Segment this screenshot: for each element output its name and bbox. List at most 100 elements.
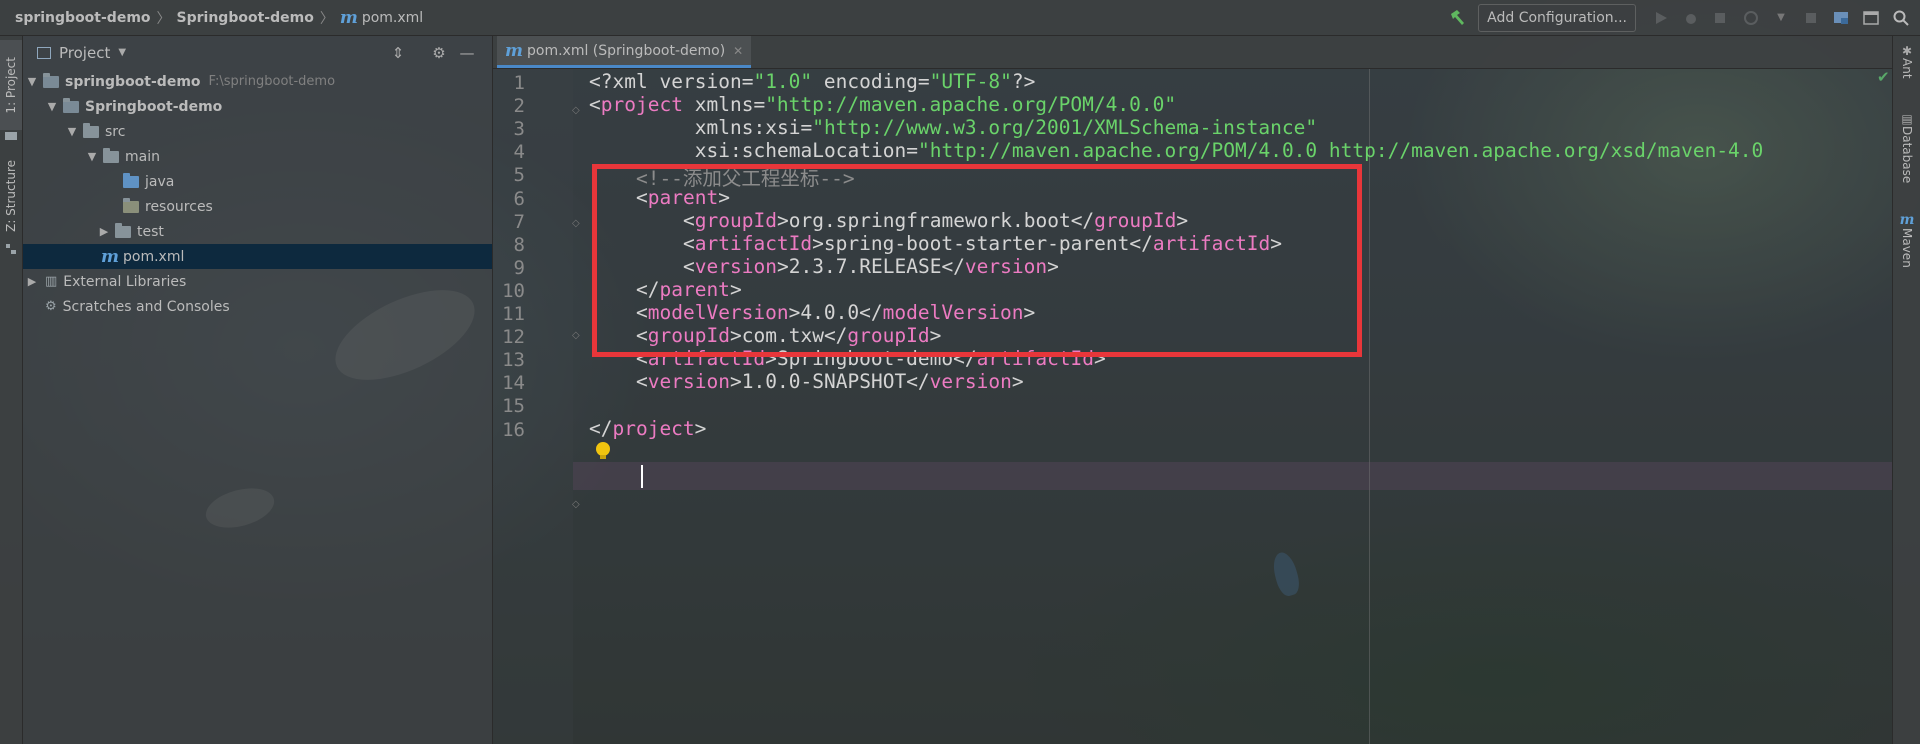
maven-icon: m — [1899, 212, 1915, 228]
scratches-icon: ⚙ — [45, 299, 57, 314]
tree-item-scratches[interactable]: ⚙ Scratches and Consoles — [23, 294, 492, 319]
hide-icon[interactable]: — — [456, 42, 478, 64]
database-icon: ▤ — [1901, 112, 1913, 126]
breadcrumb-file[interactable]: pom.xml — [362, 10, 423, 26]
tool-tab-project-label: 1: Project — [4, 56, 18, 114]
tree-item-label: External Libraries — [63, 273, 187, 290]
code-line[interactable]: <?xml version="1.0" encoding="UTF-8"?> — [589, 70, 1035, 93]
debug-icon[interactable] — [1680, 7, 1702, 29]
fold-marker-icon[interactable]: ◇ — [572, 218, 582, 229]
line-number: 3 — [513, 118, 525, 141]
tree-item-external-libraries[interactable]: ▶ ▥ External Libraries — [23, 269, 492, 294]
chevron-down-icon[interactable]: ▼ — [65, 125, 79, 138]
terminal-icon[interactable] — [1860, 7, 1882, 29]
tree-item-label: Springboot-demo — [85, 98, 223, 115]
folder-icon — [0, 128, 22, 142]
add-configuration-button[interactable]: Add Configuration... — [1478, 3, 1636, 32]
chevron-down-icon[interactable]: ▼ — [25, 75, 39, 88]
hammer-icon[interactable] — [1446, 7, 1468, 29]
line-number: 12 — [502, 326, 525, 349]
tool-tab-ant[interactable]: ✱ Ant — [1893, 44, 1920, 79]
close-icon[interactable]: ✕ — [733, 44, 743, 58]
line-number: 6 — [513, 187, 525, 210]
breadcrumb-separator: 〉 — [156, 10, 171, 27]
code-line[interactable]: </project> — [589, 417, 706, 440]
tool-tab-structure[interactable]: Z: Structure — [0, 151, 22, 241]
coverage-icon[interactable] — [1710, 7, 1732, 29]
line-number: 5 — [513, 164, 525, 187]
chevron-down-icon[interactable]: ▼ — [85, 150, 99, 163]
line-number: 16 — [502, 418, 525, 441]
stop-icon[interactable] — [1800, 7, 1822, 29]
tool-tab-maven-label: Maven — [1900, 228, 1914, 268]
tree-item-path: F:\springboot-demo — [208, 74, 336, 89]
tree-item-project-root[interactable]: ▼ springboot-demo F:\springboot-demo — [23, 69, 492, 94]
toolbar-right: Add Configuration... ▼ — [1442, 0, 1920, 35]
tree-item-label: test — [137, 223, 164, 240]
editor-tab-pom-xml[interactable]: m pom.xml (Springboot-demo) ✕ — [497, 36, 752, 68]
editor-tab-bar: m pom.xml (Springboot-demo) ✕ — [493, 36, 1892, 69]
code-line[interactable]: <project xmlns="http://maven.apache.org/… — [589, 93, 1176, 116]
project-panel-header: Project ▼ ⇕ ⚙ — — [23, 36, 492, 69]
chevron-down-icon[interactable]: ▼ — [1770, 7, 1792, 29]
breadcrumb: springboot-demo 〉 Springboot-demo 〉 m po… — [15, 8, 423, 28]
fold-marker-icon[interactable]: ◇ — [572, 330, 582, 341]
chevron-down-icon[interactable]: ▼ — [45, 100, 59, 113]
line-number: 8 — [513, 233, 525, 256]
tool-tab-structure-label: Z: Structure — [4, 160, 18, 232]
line-number: 10 — [502, 279, 525, 302]
tree-item-main[interactable]: ▼ main — [23, 144, 492, 169]
chevron-right-icon[interactable]: ▶ — [97, 225, 111, 238]
breadcrumb-module[interactable]: Springboot-demo — [177, 10, 314, 26]
tree-item-resources[interactable]: resources — [23, 194, 492, 219]
code-line[interactable]: xmlns:xsi="http://www.w3.org/2001/XMLSch… — [589, 116, 1317, 139]
intention-bulb-icon[interactable] — [596, 442, 610, 459]
tool-tab-ant-label: Ant — [1900, 58, 1914, 79]
right-margin-guide — [1369, 69, 1370, 744]
chevron-down-icon[interactable]: ▼ — [118, 47, 126, 58]
breadcrumb-project[interactable]: springboot-demo — [15, 10, 151, 26]
run-icon[interactable] — [1650, 7, 1672, 29]
structure-icon — [0, 242, 22, 256]
project-panel-title[interactable]: Project — [59, 44, 110, 62]
fold-marker-icon[interactable]: ◇ — [572, 105, 582, 116]
tree-item-module[interactable]: ▼ Springboot-demo — [23, 94, 492, 119]
tool-tab-project[interactable]: 1: Project — [0, 40, 22, 130]
left-tool-window-bar: 1: Project Z: Structure — [0, 36, 23, 744]
ant-icon: ✱ — [1901, 44, 1913, 58]
tree-item-label: resources — [145, 198, 213, 215]
tree-item-label: Scratches and Consoles — [62, 298, 230, 315]
current-line-highlight — [573, 462, 1892, 490]
breadcrumb-separator: 〉 — [319, 10, 334, 27]
project-view-icon — [37, 46, 51, 59]
code-line[interactable]: xsi:schemaLocation="http://maven.apache.… — [589, 139, 1764, 162]
tree-item-pom-xml[interactable]: m pom.xml — [23, 244, 492, 269]
right-tool-window-bar: ✱ Ant ▤ Database m Maven — [1892, 36, 1920, 744]
tree-item-test[interactable]: ▶ test — [23, 219, 492, 244]
fold-marker-icon[interactable]: ◇ — [572, 499, 582, 510]
folder-icon — [103, 147, 119, 163]
search-icon[interactable] — [1890, 7, 1912, 29]
tree-item-label: pom.xml — [123, 248, 185, 265]
tree-item-src[interactable]: ▼ src — [23, 119, 492, 144]
module-folder-icon — [43, 72, 59, 88]
project-structure-icon[interactable] — [1830, 7, 1852, 29]
maven-file-icon: m — [505, 40, 523, 61]
tree-item-label: main — [125, 148, 160, 165]
chevron-right-icon[interactable]: ▶ — [25, 275, 39, 288]
line-number: 1 — [513, 72, 525, 94]
code-line[interactable]: <version>1.0.0-SNAPSHOT</version> — [589, 370, 1024, 393]
tool-tab-database[interactable]: ▤ Database — [1893, 112, 1920, 183]
editor-tab-label: pom.xml (Springboot-demo) — [527, 42, 726, 59]
project-tool-window: Project ▼ ⇕ ⚙ — ▼ springboot-demo F:\spr… — [23, 36, 493, 744]
tree-item-java[interactable]: java — [23, 169, 492, 194]
profile-icon[interactable] — [1740, 7, 1762, 29]
red-highlight-annotation-box — [592, 164, 1362, 357]
line-number: 2 — [513, 95, 525, 118]
tool-tab-maven[interactable]: m Maven — [1893, 212, 1920, 268]
tree-item-label: springboot-demo — [65, 73, 201, 90]
gear-icon[interactable]: ⚙ — [428, 42, 450, 64]
collapse-all-icon[interactable]: ⇕ — [387, 42, 409, 64]
source-folder-icon — [123, 172, 139, 188]
maven-file-icon: m — [101, 246, 119, 267]
